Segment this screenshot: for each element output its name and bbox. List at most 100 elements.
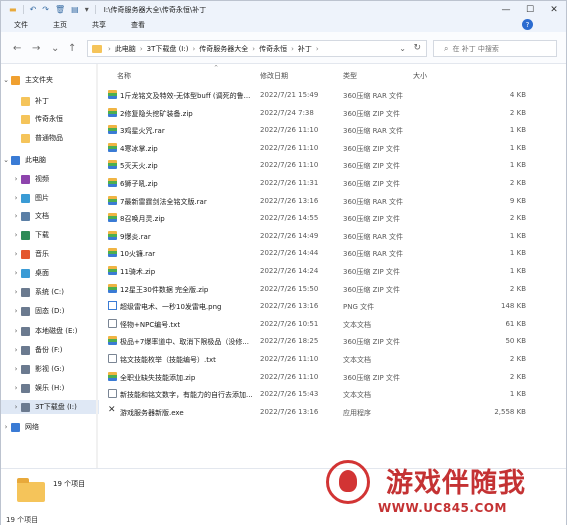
chevron-icon[interactable]: › [11,384,21,392]
breadcrumb-this-pc[interactable]: 此电脑 [115,44,136,54]
back-button[interactable]: ← [13,43,21,54]
file-row[interactable]: 怪物+NPC编号.txt 2022/7/26 10:51 文本文档 61 KB [101,315,566,333]
title-bar: ▬ ↶ ↷ 🗑 ▤ ▾ I:\传奇服务器大全\传奇永恒\补丁 — ☐ ✕ [1,1,566,18]
redo-icon[interactable]: ↷ [42,5,49,14]
sidebar-item[interactable]: › 本地磁盘 (E:) [1,324,99,338]
address-bar[interactable]: › 此电脑 › 3T下载盘 (I:) › 传奇服务器大全 › 传奇永恒 › 补丁… [87,40,427,57]
file-date: 2022/7/26 14:24 [260,267,319,275]
file-row[interactable]: 1斤龙铭文及特效-无体型buff (调死的鲁... 2022/7/21 15:49… [101,86,566,104]
chevron-icon[interactable]: ⌄ [1,156,11,164]
column-type[interactable]: 类型 [343,71,357,81]
file-row[interactable]: 10火镰.rar 2022/7/26 14:44 360压缩 RAR 文件 1 KB [101,244,566,262]
tab-view[interactable]: 查看 [131,20,145,30]
recent-locations-button[interactable]: ⌄ [51,43,59,54]
dropdown-icon[interactable]: ▾ [85,5,89,14]
tab-file[interactable]: 文件 [14,20,28,30]
file-row[interactable]: 铭文技能枚举（技能编号）.txt 2022/7/26 11:10 文本文档 2 KB [101,350,566,368]
sidebar-item[interactable]: › 影视 (G:) [1,362,99,376]
file-row[interactable]: 新技能和铭文数字，有能力的自行去添加... 2022/7/26 15:43 文本文档… [101,385,566,403]
breadcrumb-drive-i[interactable]: 3T下载盘 (I:) [147,44,189,54]
sidebar-item[interactable]: › 娱乐 (H:) [1,381,99,395]
file-row[interactable]: 超级雷电术、一秒10发雷电.png 2022/7/26 13:16 PNG 文件 14… [101,297,566,315]
sidebar-item[interactable]: ⌄ 主文件夹 [1,73,99,87]
chevron-icon[interactable]: › [11,365,21,373]
chevron-icon[interactable]: › [1,423,11,431]
sidebar-item[interactable]: › 桌面 [1,266,99,280]
file-row[interactable]: 9爆炎.rar 2022/7/26 14:49 360压缩 RAR 文件 1 KB [101,227,566,245]
sidebar-scrollbar[interactable] [96,64,98,468]
column-date[interactable]: 修改日期 [260,71,288,81]
tab-share[interactable]: 共享 [92,20,106,30]
chevron-icon[interactable]: › [11,288,21,296]
sidebar-item[interactable]: 普通物品 [1,131,99,145]
file-row[interactable]: 6狮子吼.zip 2022/7/26 11:31 360压缩 ZIP 文件 2 KB [101,174,566,192]
breadcrumb-server-collection[interactable]: 传奇服务器大全 [199,44,248,54]
file-size: 1 KB [509,267,526,275]
file-row[interactable]: 5灭天火.zip 2022/7/26 11:10 360压缩 ZIP 文件 1 KB [101,156,566,174]
file-row[interactable]: 11骑术.zip 2022/7/26 14:24 360压缩 ZIP 文件 1 KB [101,262,566,280]
help-button[interactable]: ? [522,19,533,30]
sidebar-item[interactable]: › 网络 [1,420,99,434]
breadcrumb-patch[interactable]: 补丁 [298,44,312,54]
chevron-icon[interactable]: ⌄ [1,76,11,84]
chevron-icon[interactable]: › [11,346,21,354]
chevron-icon[interactable]: › [11,175,21,183]
file-row[interactable]: 7最新雷霆剑法全铭文版.rar 2022/7/26 13:16 360压缩 RAR … [101,192,566,210]
chevron-icon[interactable]: › [11,403,21,411]
chevron-icon[interactable]: › [11,194,21,202]
archive-file-icon [108,107,117,117]
sidebar-item[interactable]: › 音乐 [1,247,99,261]
drive-icon [21,326,30,336]
file-row[interactable]: 12星王30件数据 完全版.zip 2022/7/26 15:50 360压缩 ZI… [101,280,566,298]
sidebar-item[interactable]: 补丁 [1,94,99,108]
file-row[interactable]: ✕ 游戏服务器新版.exe 2022/7/26 13:16 应用程序 2,558 KB [101,403,566,421]
sidebar-item-label: 图片 [35,194,49,202]
properties-icon[interactable]: ▤ [71,5,79,14]
sidebar-item[interactable]: › 视频 [1,172,99,186]
file-name: 2修复隐头挖矿装备.zip [120,109,193,118]
file-row[interactable]: 4寒冰掌.zip 2022/7/26 11:10 360压缩 ZIP 文件 1 KB [101,139,566,157]
refresh-icon[interactable]: ↻ [413,43,421,53]
file-row[interactable]: 全职业缺失技能添加.zip 2022/7/26 11:10 360压缩 ZIP 文件… [101,368,566,386]
file-type: 360压缩 RAR 文件 [343,232,404,241]
tab-home[interactable]: 主页 [53,20,67,30]
video-icon [21,174,30,184]
sidebar-item[interactable]: › 备份 (F:) [1,343,99,357]
sidebar-item-label: 备份 (F:) [35,346,63,354]
chevron-icon[interactable]: › [11,327,21,335]
file-row[interactable]: 2修复隐头挖矿装备.zip 2022/7/24 7:38 360压缩 ZIP 文件 2… [101,104,566,122]
chevron-icon[interactable]: › [11,231,21,239]
folder-icon[interactable]: ▬ [9,5,17,14]
breadcrumb-chuanqi-yongheng[interactable]: 传奇永恒 [259,44,287,54]
forward-button[interactable]: → [32,43,40,54]
sidebar-item[interactable]: › 图片 [1,191,99,205]
chevron-icon[interactable]: › [11,250,21,258]
file-row[interactable]: 极品+7爆率道中、取消下限极品（没修... 2022/7/26 18:25 360压… [101,332,566,350]
drive-icon [21,287,30,297]
up-button[interactable]: ↑ [68,43,76,54]
column-name[interactable]: 名称 [117,71,131,81]
sidebar-item[interactable]: › 文档 [1,209,99,223]
search-input[interactable]: ⌕ 在 补丁 中搜索 [433,40,557,57]
sidebar-item[interactable]: 传奇永恒 [1,112,99,126]
sidebar-item[interactable]: › 3T下载盘 (I:) [1,400,99,414]
close-button[interactable]: ✕ [542,1,566,18]
sidebar-item[interactable]: › 系统 (C:) [1,285,99,299]
minimize-button[interactable]: — [494,1,518,18]
chevron-icon[interactable]: › [11,212,21,220]
maximize-button[interactable]: ☐ [518,1,542,18]
delete-icon[interactable]: 🗑 [55,5,65,14]
file-row[interactable]: 3鸡星火咒.rar 2022/7/26 11:10 360压缩 RAR 文件 1 KB [101,121,566,139]
chevron-icon[interactable]: › [11,307,21,315]
sidebar-item[interactable]: ⌄ 此电脑 [1,153,99,167]
sidebar-item[interactable]: › 固态 (D:) [1,304,99,318]
chevron-icon[interactable]: › [11,269,21,277]
pc-icon [11,155,20,165]
address-dropdown-icon[interactable]: ⌄ [399,44,406,53]
file-row[interactable]: 8召唤月灵.zip 2022/7/26 14:55 360压缩 ZIP 文件 2 KB [101,209,566,227]
column-size[interactable]: 大小 [413,71,427,81]
undo-icon[interactable]: ↶ [30,5,37,14]
sidebar-item[interactable]: › 下载 [1,228,99,242]
folder-icon [17,478,45,502]
details-item-count: 19 个项目 [53,480,86,488]
